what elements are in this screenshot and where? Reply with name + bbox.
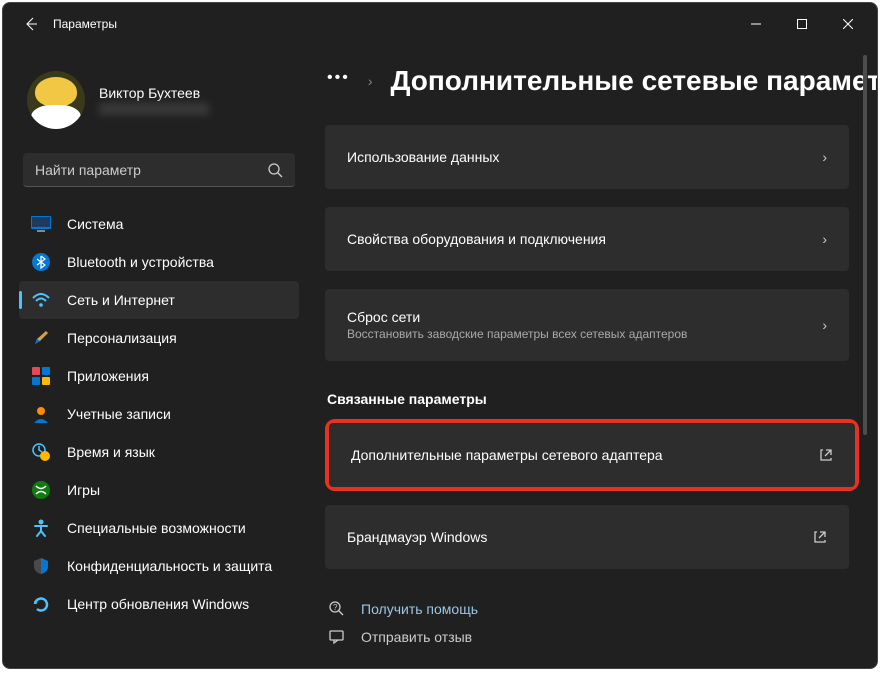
external-link-icon: [819, 448, 833, 462]
sidebar-item-accounts[interactable]: Учетные записи: [19, 395, 299, 433]
profile-email-blurred: [99, 103, 209, 115]
highlight-annotation: Дополнительные параметры сетевого адапте…: [325, 419, 859, 491]
section-heading-related: Связанные параметры: [325, 365, 877, 419]
sidebar-item-network[interactable]: Сеть и Интернет: [19, 281, 299, 319]
sidebar-item-label: Сеть и Интернет: [67, 292, 175, 308]
minimize-button[interactable]: [733, 9, 779, 39]
titlebar: Параметры: [3, 3, 877, 45]
card-adapter-options[interactable]: Дополнительные параметры сетевого адапте…: [329, 423, 855, 487]
search-icon: [267, 162, 283, 178]
sidebar-item-system[interactable]: Система: [19, 205, 299, 243]
bluetooth-icon: [31, 252, 51, 272]
maximize-button[interactable]: [779, 9, 825, 39]
accessibility-icon: [31, 518, 51, 538]
sidebar-item-personalization[interactable]: Персонализация: [19, 319, 299, 357]
card-network-reset[interactable]: Сброс сети Восстановить заводские параме…: [325, 289, 849, 361]
sidebar-item-accessibility[interactable]: Специальные возможности: [19, 509, 299, 547]
link-get-help[interactable]: ? Получить помощь: [325, 595, 877, 623]
chevron-right-icon: ›: [822, 149, 827, 165]
sidebar-item-label: Игры: [67, 482, 100, 498]
monitor-icon: [31, 214, 51, 234]
sidebar: Виктор Бухтеев Система Bluetooth и устро…: [3, 45, 311, 668]
svg-text:?: ?: [333, 603, 338, 612]
close-icon: [843, 19, 853, 29]
link-label: Отправить отзыв: [361, 629, 472, 645]
sidebar-item-label: Время и язык: [67, 444, 155, 460]
breadcrumb-collapse[interactable]: •••: [327, 69, 350, 93]
search-input[interactable]: [35, 162, 267, 178]
sidebar-item-bluetooth[interactable]: Bluetooth и устройства: [19, 243, 299, 281]
card-title: Использование данных: [347, 149, 822, 165]
chevron-right-icon: ›: [368, 73, 373, 89]
clock-globe-icon: [31, 442, 51, 462]
window-title: Параметры: [53, 17, 733, 31]
help-icon: ?: [327, 601, 347, 617]
wifi-icon: [31, 290, 51, 310]
card-title: Свойства оборудования и подключения: [347, 231, 822, 247]
apps-icon: [31, 366, 51, 386]
card-hardware-properties[interactable]: Свойства оборудования и подключения ›: [325, 207, 849, 271]
page-title: Дополнительные сетевые параметры: [390, 65, 877, 97]
card-title: Брандмауэр Windows: [347, 529, 813, 545]
update-icon: [31, 594, 51, 614]
content-area: ••• › Дополнительные сетевые параметры И…: [311, 45, 877, 668]
sidebar-item-label: Персонализация: [67, 330, 177, 346]
card-title: Сброс сети: [347, 309, 822, 325]
settings-window: Параметры Виктор Бухтеев: [2, 2, 878, 669]
scrollbar[interactable]: [863, 55, 867, 435]
shield-icon: [31, 556, 51, 576]
link-label: Получить помощь: [361, 601, 478, 617]
sidebar-item-apps[interactable]: Приложения: [19, 357, 299, 395]
sidebar-item-update[interactable]: Центр обновления Windows: [19, 585, 299, 623]
card-firewall[interactable]: Брандмауэр Windows: [325, 505, 849, 569]
sidebar-item-label: Bluetooth и устройства: [67, 254, 214, 270]
sidebar-item-label: Система: [67, 216, 123, 232]
card-subtitle: Восстановить заводские параметры всех се…: [347, 327, 822, 341]
arrow-left-icon: [23, 16, 39, 32]
nav-list: Система Bluetooth и устройства Сеть и Ин…: [13, 205, 305, 623]
chevron-right-icon: ›: [822, 317, 827, 333]
window-controls: [733, 9, 871, 39]
minimize-icon: [751, 19, 761, 29]
person-icon: [31, 404, 51, 424]
sidebar-item-label: Центр обновления Windows: [67, 596, 249, 612]
avatar: [27, 71, 85, 129]
profile-block[interactable]: Виктор Бухтеев: [13, 55, 305, 153]
external-link-icon: [813, 530, 827, 544]
sidebar-item-privacy[interactable]: Конфиденциальность и защита: [19, 547, 299, 585]
profile-name: Виктор Бухтеев: [99, 85, 209, 101]
sidebar-item-label: Учетные записи: [67, 406, 171, 422]
card-title: Дополнительные параметры сетевого адапте…: [351, 447, 819, 463]
sidebar-item-label: Специальные возможности: [67, 520, 246, 536]
close-button[interactable]: [825, 9, 871, 39]
back-button[interactable]: [9, 3, 53, 45]
sidebar-item-gaming[interactable]: Игры: [19, 471, 299, 509]
link-feedback[interactable]: Отправить отзыв: [325, 623, 877, 651]
search-box[interactable]: [23, 153, 295, 187]
sidebar-item-label: Конфиденциальность и защита: [67, 558, 272, 574]
breadcrumb: ••• › Дополнительные сетевые параметры: [325, 65, 877, 125]
feedback-icon: [327, 629, 347, 645]
xbox-icon: [31, 480, 51, 500]
card-data-usage[interactable]: Использование данных ›: [325, 125, 849, 189]
sidebar-item-label: Приложения: [67, 368, 149, 384]
maximize-icon: [797, 19, 807, 29]
paintbrush-icon: [31, 328, 51, 348]
chevron-right-icon: ›: [822, 231, 827, 247]
sidebar-item-time[interactable]: Время и язык: [19, 433, 299, 471]
